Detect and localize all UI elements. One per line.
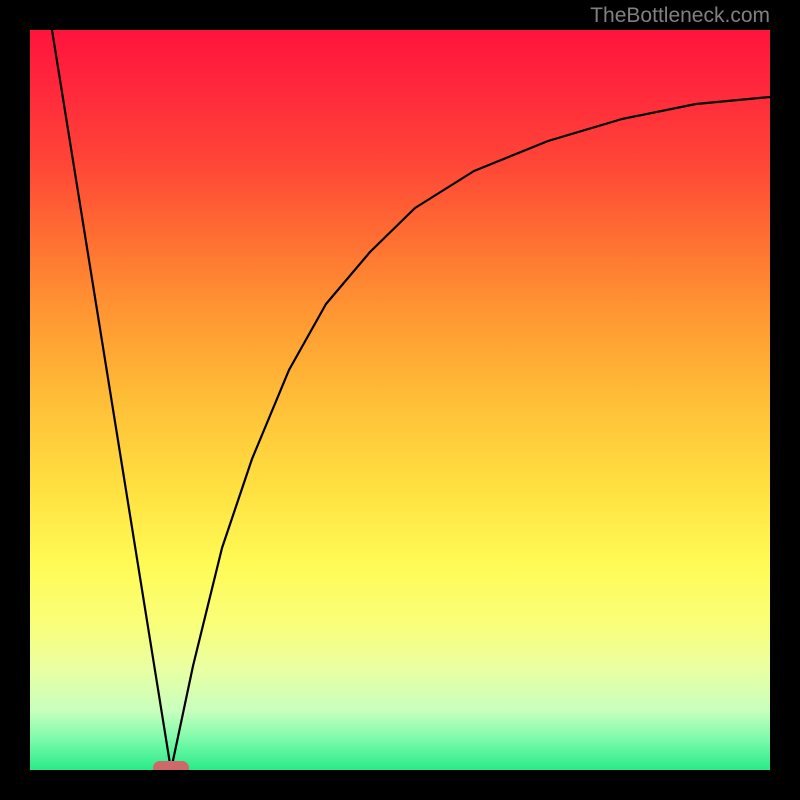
bottleneck-curve <box>52 30 770 770</box>
min-marker <box>153 761 189 770</box>
watermark-text: TheBottleneck.com <box>590 4 770 28</box>
chart-container: TheBottleneck.com <box>0 0 800 800</box>
curve-layer <box>30 30 770 770</box>
plot-area <box>30 30 770 770</box>
